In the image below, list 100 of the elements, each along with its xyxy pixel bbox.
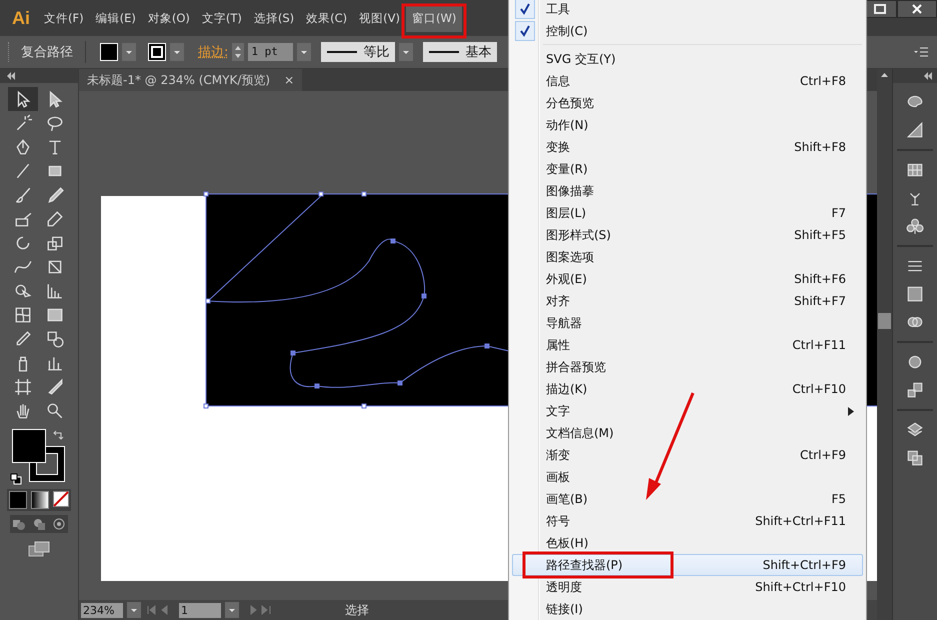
menu-item[interactable]: 信息 Ctrl+F8 <box>512 70 863 92</box>
zoom-icon <box>46 402 64 420</box>
club-icon[interactable] <box>906 217 924 235</box>
variable-width-profile-dropdown[interactable]: 等比 <box>321 42 396 62</box>
menu-item[interactable]: 路径查找器(P) Shift+Ctrl+F9 <box>512 554 863 576</box>
lasso-icon <box>46 114 64 132</box>
menu-item[interactable]: 分色预览 <box>512 92 863 114</box>
menu-item[interactable]: 画板 <box>512 466 863 488</box>
menu-item[interactable]: 图形样式(S) Shift+F5 <box>512 224 863 246</box>
eraser-icon <box>46 210 64 228</box>
shape-builder-icon <box>14 282 32 300</box>
collapse-icon[interactable] <box>923 72 933 80</box>
menu-item[interactable]: 文档信息(M) <box>512 422 863 444</box>
brush-definition-dropdown[interactable]: 基本 <box>423 42 498 62</box>
menu-item[interactable]: 对象(O) <box>142 4 196 32</box>
pen-icon <box>14 138 32 156</box>
tab-close-button[interactable]: × <box>284 73 294 87</box>
hand-icon <box>14 402 32 420</box>
stroke-weight-field[interactable]: 1 pt <box>248 43 294 61</box>
menu-item[interactable]: 色板(H) <box>512 532 863 554</box>
document-tab[interactable]: 未标题-1* @ 234% (CMYK/预览) × <box>79 69 302 91</box>
draw-inside-icon[interactable] <box>52 517 66 531</box>
default-colors-icon[interactable] <box>10 473 22 485</box>
menu-item[interactable]: 拼合器预览 <box>512 356 863 378</box>
menu-item[interactable]: 选择(S) <box>248 4 300 32</box>
draw-normal-icon[interactable] <box>12 517 26 531</box>
color-mode-button[interactable] <box>9 491 27 509</box>
menu-item[interactable]: 对齐 Shift+F7 <box>512 290 863 312</box>
close-button[interactable] <box>897 0 937 18</box>
pencil-icon <box>46 186 64 204</box>
screen-mode-icon[interactable] <box>28 541 50 557</box>
menu-item[interactable]: 工具 <box>512 0 863 20</box>
magic-wand-icon <box>14 114 32 132</box>
scrollbar-thumb[interactable] <box>878 313 891 329</box>
draw-behind-icon[interactable] <box>32 517 46 531</box>
menu-item[interactable]: 变换 Shift+F8 <box>512 136 863 158</box>
dropdown-caret-icon[interactable] <box>225 602 239 618</box>
dropdown-caret-icon[interactable] <box>170 43 184 61</box>
menu-item[interactable]: 文字(T) <box>196 4 248 32</box>
menu-item[interactable]: 图案选项 <box>512 246 863 268</box>
menu-item[interactable]: 变量(R) <box>512 158 863 180</box>
menu-item[interactable]: 渐变 Ctrl+F9 <box>512 444 863 466</box>
menu-item[interactable]: 图层(L) F7 <box>512 202 863 224</box>
gradient-triangle-icon[interactable] <box>906 121 924 139</box>
highlight-box <box>402 4 466 38</box>
stroke-swatch[interactable] <box>148 43 166 61</box>
collapse-icon[interactable] <box>6 72 16 80</box>
warp-icon <box>14 258 32 276</box>
mesh-icon <box>14 306 32 324</box>
menu-item[interactable]: 文件(F) <box>38 4 90 32</box>
menu-item[interactable]: 编辑(E) <box>90 4 142 32</box>
tool-button[interactable] <box>8 87 38 111</box>
menu-item[interactable]: 效果(C) <box>300 4 354 32</box>
menu-item[interactable]: 文字 <box>512 400 863 422</box>
menu-item[interactable]: 符号 Shift+Ctrl+F11 <box>512 510 863 532</box>
rotate-icon <box>14 234 32 252</box>
gradient-square-icon[interactable] <box>906 285 924 303</box>
menu-item[interactable]: 控制(C) <box>512 20 863 42</box>
swap-arrows-icon[interactable] <box>52 429 64 441</box>
grid-icon[interactable] <box>906 161 924 179</box>
menu-item[interactable]: 导航器 <box>512 312 863 334</box>
current-tool-label: 选择 <box>344 602 370 618</box>
menu-item[interactable]: 链接(I) <box>512 598 863 620</box>
overlap-squares-icon[interactable] <box>906 449 924 467</box>
squares-icon[interactable] <box>906 381 924 399</box>
layers-icon[interactable] <box>906 421 924 439</box>
free-transform-icon <box>46 258 64 276</box>
gradient-mode-button[interactable] <box>31 491 49 509</box>
artboard-number-field[interactable]: 1 <box>179 602 221 618</box>
dropdown-caret-icon[interactable] <box>399 43 414 61</box>
gradient-icon <box>46 306 64 324</box>
knife-icon <box>46 378 64 396</box>
menu-item[interactable]: 图像描摹 <box>512 180 863 202</box>
brush-icon <box>14 186 32 204</box>
fill-swatch[interactable] <box>100 43 118 61</box>
panel-menu-icon[interactable] <box>913 46 929 58</box>
menu-item[interactable]: 外观(E) Shift+F6 <box>512 268 863 290</box>
scale-icon <box>46 234 64 252</box>
menu-item[interactable]: 描边(K) Ctrl+F10 <box>512 378 863 400</box>
dropdown-caret-icon[interactable] <box>297 43 312 61</box>
none-mode-icon[interactable] <box>53 491 69 507</box>
object-type-label: 复合路径 <box>21 44 73 61</box>
eyedropper-icon <box>14 330 32 348</box>
dropdown-caret-icon[interactable] <box>122 43 136 61</box>
maximize-icon <box>874 3 886 15</box>
menu-item[interactable]: 动作(N) <box>512 114 863 136</box>
close-icon <box>911 3 923 15</box>
app-logo: Ai <box>12 8 30 28</box>
stepper-icon[interactable] <box>232 43 244 61</box>
zoom-field[interactable]: 234% <box>81 602 123 618</box>
submenu-arrow-icon <box>848 406 854 416</box>
menu-item[interactable]: 属性 Ctrl+F11 <box>512 334 863 356</box>
menu-item[interactable]: 视图(V) <box>353 4 406 32</box>
menu-item[interactable]: SVG 交互(Y) <box>512 48 863 70</box>
perspective-grid-icon <box>46 282 64 300</box>
dropdown-caret-icon[interactable] <box>127 602 141 618</box>
fill-color-swatch[interactable] <box>12 429 46 463</box>
artboard-icon <box>14 378 32 396</box>
menu-item[interactable]: 画笔(B) F5 <box>512 488 863 510</box>
menu-item[interactable]: 透明度 Shift+Ctrl+F10 <box>512 576 863 598</box>
